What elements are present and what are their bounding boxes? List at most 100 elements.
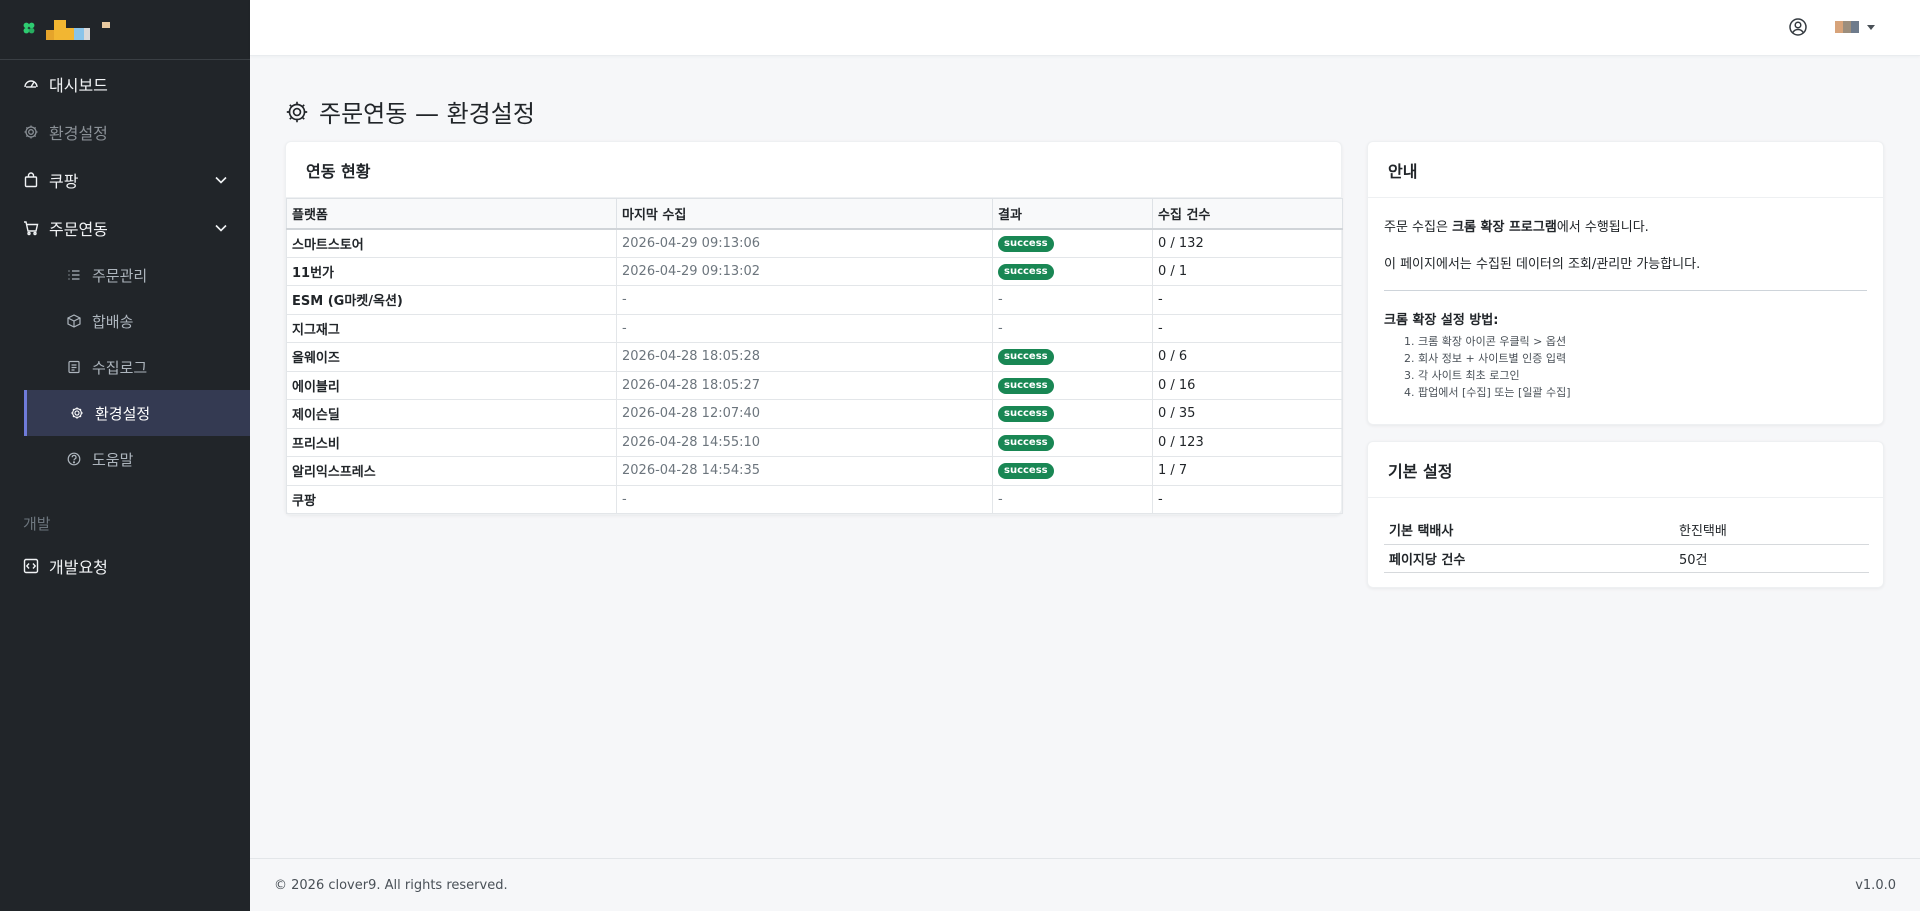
sidebar-menu: 대시보드 환경설정 쿠팡 주문연동 주문관리 합배송 수집로그 환경설정 도움말… xyxy=(0,60,250,590)
gear-icon xyxy=(285,100,309,124)
setting-key: 기본 택배사 xyxy=(1384,516,1674,545)
caret-down-icon xyxy=(1867,24,1875,30)
cell-result: success xyxy=(992,228,1153,258)
guide-step: 3. 각 사이트 최초 로그인 xyxy=(1404,369,1520,382)
table-row: 에이블리 2026-04-28 18:05:27 success 0 / 16 xyxy=(286,370,1343,400)
brand[interactable] xyxy=(0,0,250,60)
card-title: 기본 설정 xyxy=(1368,442,1883,498)
status-badge: success xyxy=(998,463,1054,480)
cell-last-collect: 2026-04-29 09:13:06 xyxy=(616,228,993,258)
sidebar-item-dev-request[interactable]: 개발요청 xyxy=(0,542,250,590)
cell-platform: 알리익스프레스 xyxy=(286,456,617,486)
cell-last-collect: - xyxy=(616,313,993,343)
cell-count: - xyxy=(1152,313,1343,343)
sidebar-subitem-help[interactable]: 도움말 xyxy=(0,436,250,482)
table-row: 프리스비 2026-04-28 14:55:10 success 0 / 123 xyxy=(286,427,1343,457)
sidebar-subitem-combined-shipping[interactable]: 합배송 xyxy=(0,298,250,344)
guide-line-1: 주문 수집은 크롬 확장 프로그램에서 수행됩니다. xyxy=(1384,220,1649,235)
cell-last-collect: 2026-04-28 18:05:28 xyxy=(616,342,993,372)
shopping-bag-icon xyxy=(23,172,39,188)
sidebar-subitem-label: 합배송 xyxy=(92,312,134,331)
setting-value: 한진택배 xyxy=(1674,516,1869,545)
sidebar-item-label: 쿠팡 xyxy=(49,172,79,191)
guide-step: 4. 팝업에서 [수집] 또는 [일괄 수집] xyxy=(1404,386,1571,399)
table-row: 지그재그 - - - xyxy=(286,313,1343,343)
cell-platform: 올웨이즈 xyxy=(286,342,617,372)
cell-count: 0 / 16 xyxy=(1152,370,1343,400)
brand-logo-image xyxy=(46,19,110,40)
cell-last-collect: 2026-04-28 14:55:10 xyxy=(616,427,993,457)
sidebar-item-dashboard[interactable]: 대시보드 xyxy=(0,60,250,108)
column-header-result: 결과 xyxy=(992,198,1153,230)
language-dropdown[interactable] xyxy=(1835,21,1875,33)
chevron-down-icon xyxy=(214,173,228,187)
guide-steps: 1. 크롬 확장 아이콘 우클릭 > 옵션 2. 회사 정보 + 사이트별 인증… xyxy=(1384,333,1867,401)
sidebar-subitem-order-management[interactable]: 주문관리 xyxy=(0,252,250,298)
status-badge: success xyxy=(998,263,1054,280)
cell-count: - xyxy=(1152,285,1343,315)
sidebar-item-label: 대시보드 xyxy=(49,76,108,95)
gear-icon xyxy=(23,124,39,140)
cell-count: - xyxy=(1152,484,1343,514)
sidebar-item-settings[interactable]: 환경설정 xyxy=(0,108,250,156)
table-row: 페이지당 건수 50건 xyxy=(1384,544,1869,573)
sidebar-subitem-label: 환경설정 xyxy=(95,404,151,423)
column-header-platform: 플랫폼 xyxy=(286,198,617,230)
user-circle-icon[interactable] xyxy=(1788,17,1810,39)
sidebar-item-label: 개발요청 xyxy=(49,558,108,577)
clover-icon xyxy=(22,21,36,39)
sidebar-subitem-collect-log[interactable]: 수집로그 xyxy=(0,344,250,390)
guide-line-2: 이 페이지에서는 수집된 데이터의 조회/관리만 가능합니다. xyxy=(1384,257,1701,272)
sync-status-table: 플랫폼 마지막 수집 결과 수집 건수 스마트스토어 2026-04-29 09:… xyxy=(286,198,1343,514)
cell-result: - xyxy=(992,484,1153,514)
sidebar-item-label: 주문연동 xyxy=(49,220,108,239)
cell-result: success xyxy=(992,456,1153,486)
cell-result: success xyxy=(992,342,1153,372)
cell-platform: 스마트스토어 xyxy=(286,228,617,258)
sidebar-section-dev: 개발 xyxy=(23,515,51,533)
table-row: 알리익스프레스 2026-04-28 14:54:35 success 1 / 7 xyxy=(286,456,1343,486)
guide-steps-title: 크롬 확장 설정 방법: xyxy=(1384,313,1499,328)
status-badge: success xyxy=(998,377,1054,394)
cell-last-collect: 2026-04-28 18:05:27 xyxy=(616,370,993,400)
table-row: 제이슨딜 2026-04-28 12:07:40 success 0 / 35 xyxy=(286,399,1343,429)
table-row: ESM (G마켓/옥션) - - - xyxy=(286,285,1343,315)
cell-result: - xyxy=(992,313,1153,343)
sidebar-subitem-settings[interactable]: 환경설정 xyxy=(24,390,250,436)
sidebar: 대시보드 환경설정 쿠팡 주문연동 주문관리 합배송 수집로그 환경설정 도움말… xyxy=(0,0,250,911)
guide-body: 주문 수집은 크롬 확장 프로그램에서 수행됩니다. 이 페이지에서는 수집된 … xyxy=(1368,198,1883,401)
table-row: 올웨이즈 2026-04-28 18:05:28 success 0 / 6 xyxy=(286,342,1343,372)
language-flag-icon xyxy=(1835,21,1859,33)
cell-platform: ESM (G마켓/옥션) xyxy=(286,285,617,315)
cell-last-collect: - xyxy=(616,285,993,315)
card-title: 연동 현황 xyxy=(286,142,1341,198)
cell-platform: 프리스비 xyxy=(286,427,617,457)
cell-last-collect: 2026-04-28 14:54:35 xyxy=(616,456,993,486)
cell-last-collect: - xyxy=(616,484,993,514)
box-icon xyxy=(66,313,82,329)
sidebar-item-order-sync[interactable]: 주문연동 xyxy=(0,204,250,252)
chevron-down-icon xyxy=(214,221,228,235)
speedometer-icon xyxy=(23,76,39,92)
status-badge: success xyxy=(998,406,1054,423)
cell-platform: 에이블리 xyxy=(286,370,617,400)
cell-result: success xyxy=(992,427,1153,457)
card-title: 안내 xyxy=(1368,142,1883,198)
cell-platform: 제이슨딜 xyxy=(286,399,617,429)
setting-key: 페이지당 건수 xyxy=(1384,544,1674,573)
topbar xyxy=(250,0,1920,56)
cell-result: success xyxy=(992,256,1153,286)
cell-count: 0 / 132 xyxy=(1152,228,1343,258)
gear-icon xyxy=(69,405,85,421)
cell-count: 0 / 6 xyxy=(1152,342,1343,372)
status-badge: success xyxy=(998,349,1054,366)
cell-count: 1 / 7 xyxy=(1152,456,1343,486)
guide-step: 2. 회사 정보 + 사이트별 인증 입력 xyxy=(1404,352,1567,365)
cell-last-collect: 2026-04-28 12:07:40 xyxy=(616,399,993,429)
table-row: 기본 택배사 한진택배 xyxy=(1384,516,1869,545)
footer-copyright: © 2026 clover9. All rights reserved. xyxy=(274,877,508,893)
code-icon xyxy=(23,558,39,574)
sidebar-item-coupang[interactable]: 쿠팡 xyxy=(0,156,250,204)
main-content: 주문연동 — 환경설정 연동 현황 플랫폼 마지막 수집 결과 수집 건수 스마… xyxy=(250,56,1920,911)
basic-settings-card: 기본 설정 기본 택배사 한진택배 페이지당 건수 50건 xyxy=(1367,441,1884,588)
